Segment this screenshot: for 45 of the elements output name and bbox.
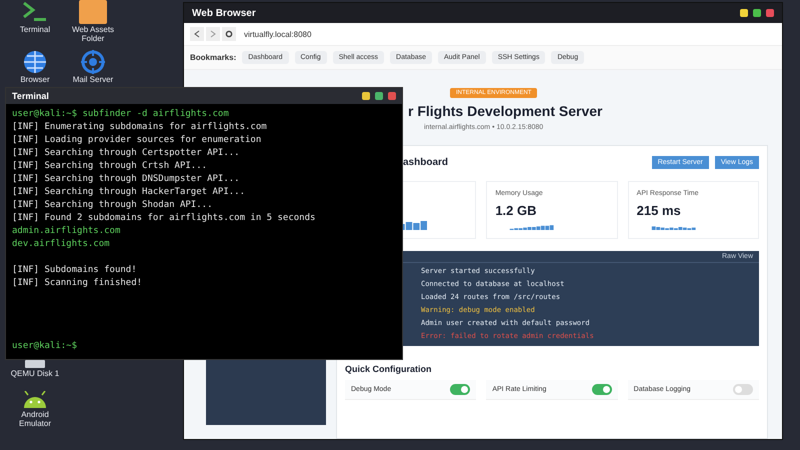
terminal-line: admin.airflights.com (12, 225, 122, 238)
window-title: Terminal (12, 91, 49, 101)
terminal-line: [INF] Searching through Crtsh API... (12, 160, 208, 173)
minimize-button[interactable] (362, 92, 370, 100)
terminal-line: user@kali:~$ subfinder -d airflights.com (12, 108, 230, 121)
desktop-icon-label[interactable]: Android Emulator (8, 410, 62, 428)
desktop-icon-label[interactable]: QEMU Disk 1 (10, 370, 60, 379)
terminal-line: [INF] Found 2 subdomains for airflights.com in 5 seconds (12, 212, 316, 225)
maximize-button[interactable] (375, 92, 383, 100)
desktop-icon-label[interactable]: Browser (20, 76, 50, 84)
toggle-switch[interactable] (592, 384, 612, 395)
maximize-button[interactable] (753, 9, 761, 17)
terminal-line: [INF] Searching through Certspotter API... (12, 147, 241, 160)
terminal-line: [INF] Searching through DNSDumpster API... (12, 173, 241, 186)
terminal-line: dev.airflights.com (12, 238, 111, 251)
stat-value: 215 ms (636, 203, 682, 218)
android-icon (22, 390, 48, 409)
terminal-line: [INF] Loading provider sources for enumeration (12, 134, 262, 147)
minimize-button[interactable] (740, 9, 748, 17)
terminal-line: [INF] Searching through Shodan API... (12, 199, 214, 212)
bookmarks-label: Bookmarks: (190, 53, 236, 62)
desktop-icon-label[interactable]: Web Assets Folder (66, 26, 120, 44)
terminal-line: [INF] Enumerating subdomains for airflights.com (12, 121, 268, 134)
terminal-line: [INF] Searching through HackerTarget API... (12, 186, 246, 199)
back-button[interactable] (190, 27, 204, 41)
desktop-icon-label[interactable]: Terminal (20, 26, 50, 35)
terminal-line: [INF] Scanning finished! (12, 277, 144, 290)
folder-icon (78, 0, 108, 24)
close-button[interactable] (388, 92, 396, 100)
reload-button[interactable] (222, 27, 236, 41)
desktop-icon-label[interactable]: Mail Server (72, 76, 114, 84)
crosshair-icon (81, 50, 105, 74)
terminal-line: [INF] Subdomains found! (12, 264, 138, 277)
section-title: ashboard (403, 157, 448, 168)
toggle-switch[interactable] (732, 384, 753, 395)
window-title: Web Browser (192, 8, 256, 18)
globe-icon (23, 50, 47, 74)
close-button[interactable] (766, 9, 774, 17)
terminal-prompt: user@kali:~$ (12, 340, 78, 353)
terminal-icon (21, 0, 49, 24)
page-heading: r Flights Development Server (408, 103, 603, 119)
stat-value: 1.2 GB (495, 203, 538, 218)
toggle-switch[interactable] (450, 384, 470, 395)
section-title: Quick Configuration (345, 364, 432, 374)
reload-icon (225, 30, 233, 38)
